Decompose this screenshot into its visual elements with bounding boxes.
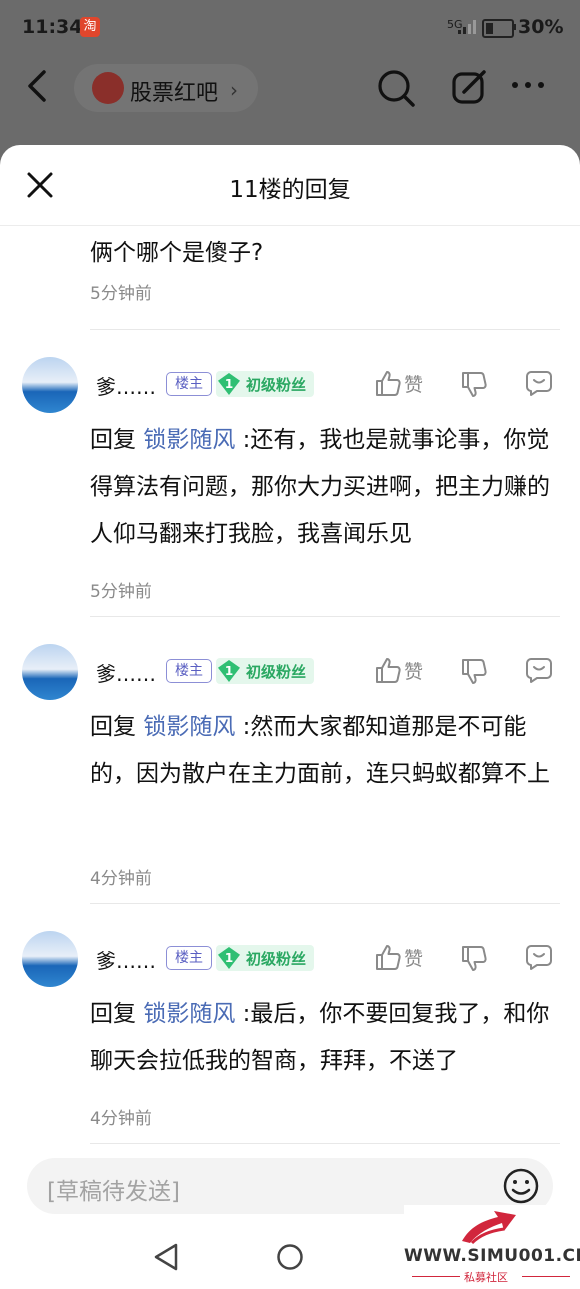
thumbs-up-icon[interactable]: [374, 369, 402, 397]
reply-to-user[interactable]: 锁影随风: [143, 427, 235, 453]
fan-label: 初级粉丝: [246, 376, 307, 394]
divider: [90, 329, 560, 330]
status-time: 11:34: [22, 16, 83, 38]
thumbs-up-icon[interactable]: [374, 943, 402, 971]
reply-prefix: 回复: [90, 1001, 136, 1027]
comment-icon[interactable]: [525, 943, 553, 971]
fan-badge: 1 初级粉丝: [216, 945, 314, 971]
like-label[interactable]: 赞: [404, 370, 423, 397]
avatar[interactable]: [22, 644, 78, 700]
comment-icon[interactable]: [525, 369, 553, 397]
thumbs-down-icon[interactable]: [460, 658, 488, 686]
reply-body: 回复 锁影随风 :最后，你不要回复我了，和你聊天会拉低我的智商，拜拜，不送了: [90, 991, 570, 1085]
username[interactable]: 爹……: [96, 945, 156, 974]
avatar[interactable]: [22, 931, 78, 987]
reply-prefix: 回复: [90, 714, 136, 740]
battery-percent: 30%: [518, 16, 564, 38]
more-icon[interactable]: [510, 70, 546, 100]
watermark-subtext: 私募社区: [464, 1271, 508, 1284]
fan-label: 初级粉丝: [246, 663, 307, 681]
fan-level-gem-icon: 1: [218, 373, 240, 395]
input-placeholder: [草稿待发送]: [47, 1179, 180, 1205]
thumbs-up-icon[interactable]: [374, 656, 402, 684]
reply-sheet: 11楼的回复 俩个哪个是傻子? 5分钟前 爹…… 楼主 1 初级粉丝 赞 回复 …: [0, 145, 580, 1289]
forum-avatar: [92, 72, 124, 104]
fan-level-gem-icon: 1: [218, 947, 240, 969]
comment-icon[interactable]: [525, 656, 553, 684]
fan-badge: 1 初级粉丝: [216, 658, 314, 684]
reply-body: 回复 锁影随风 :还有，我也是就事论事，你觉得算法有问题，那你大力买进啊，把主力…: [90, 417, 570, 558]
reply-time: 5分钟前: [90, 284, 152, 304]
nav-back-icon[interactable]: [152, 1242, 180, 1272]
fan-label: 初级粉丝: [246, 950, 307, 968]
fan-badge: 1 初级粉丝: [216, 371, 314, 397]
thumbs-down-icon[interactable]: [460, 371, 488, 399]
divider: [90, 616, 560, 617]
watermark: WWW.SIMU001.CN 私募社区: [404, 1205, 580, 1289]
forum-pill[interactable]: 股票红吧 ›: [74, 64, 258, 112]
like-label[interactable]: 赞: [404, 944, 423, 971]
host-tag: 楼主: [166, 659, 212, 683]
reply-time: 5分钟前: [90, 582, 152, 602]
search-icon[interactable]: [376, 68, 416, 108]
signal-icon: [458, 20, 476, 34]
like-label[interactable]: 赞: [404, 657, 423, 684]
username[interactable]: 爹……: [96, 371, 156, 400]
thumbs-down-icon[interactable]: [460, 945, 488, 973]
chevron-right-icon: ›: [230, 78, 238, 102]
forum-top-nav: 股票红吧 ›: [0, 56, 580, 120]
edit-icon[interactable]: [450, 68, 488, 106]
host-tag: 楼主: [166, 946, 212, 970]
reply-to-user[interactable]: 锁影随风: [143, 1001, 235, 1027]
back-arrow-icon[interactable]: [24, 68, 54, 104]
username[interactable]: 爹……: [96, 658, 156, 687]
status-bar: 11:34 淘 5G 30%: [0, 0, 580, 56]
divider: [90, 903, 560, 904]
forum-name: 股票红吧: [130, 81, 219, 106]
watermark-logo-icon: [462, 1211, 516, 1245]
reply-time: 4分钟前: [90, 869, 152, 889]
emoji-icon[interactable]: [501, 1166, 541, 1206]
watermark-text: WWW.SIMU001.CN: [404, 1246, 580, 1266]
nav-home-icon[interactable]: [276, 1243, 304, 1271]
host-tag: 楼主: [166, 372, 212, 396]
sheet-header: 11楼的回复: [0, 145, 580, 226]
avatar[interactable]: [22, 357, 78, 413]
taobao-notification-icon: 淘: [80, 17, 100, 37]
reply-to-user[interactable]: 锁影随风: [143, 714, 235, 740]
divider: [90, 1143, 560, 1144]
reply-time: 4分钟前: [90, 1109, 152, 1129]
reply-body: 回复 锁影随风 :然而大家都知道那是不可能的，因为散户在主力面前，连只蚂蚁都算不…: [90, 704, 570, 798]
reply-text: 俩个哪个是傻子?: [90, 240, 264, 266]
fan-level-gem-icon: 1: [218, 660, 240, 682]
battery-icon: [482, 19, 514, 38]
reply-prefix: 回复: [90, 427, 136, 453]
sheet-title: 11楼的回复: [229, 177, 351, 203]
